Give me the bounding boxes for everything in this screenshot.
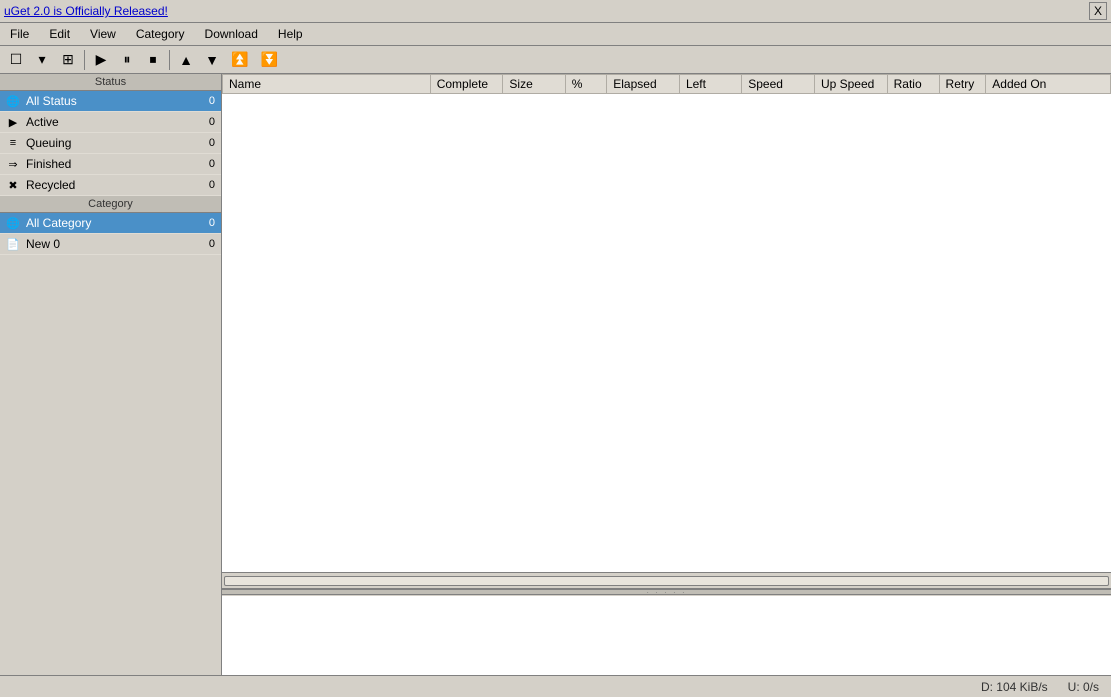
all-category-label: All Category [26,216,209,230]
move-down-btn[interactable]: ▼ [200,49,224,71]
sidebar-item-active[interactable]: ▶ Active0 [0,112,221,133]
detail-panel [222,595,1111,675]
active-label: Active [26,115,209,129]
horizontal-scrollbar[interactable] [224,576,1109,586]
title-bar: uGet 2.0 is Officially Released! X [0,0,1111,23]
close-button[interactable]: X [1089,2,1107,20]
col-header-complete[interactable]: Complete [430,75,503,94]
menu-download[interactable]: Download [199,25,264,43]
col-header-up-speed[interactable]: Up Speed [814,75,887,94]
all-status-icon: 🌐 [6,95,20,108]
active-icon: ▶ [6,116,20,129]
recycled-icon: ✖ [6,179,20,192]
queuing-count: 0 [209,137,215,149]
status-section-label: Status [0,74,221,91]
finished-icon: ⇒ [6,158,20,171]
toolbar: ☐▾⊞ ▶⏸⏹ ▲▼⏫⏬ [0,46,1111,74]
upload-speed: U: 0/s [1068,680,1099,694]
menu-bar: File Edit View Category Download Help [0,23,1111,46]
menu-edit[interactable]: Edit [43,25,76,43]
sidebar-item-all-category[interactable]: 🌐 All Category0 [0,213,221,234]
download-table: NameCompleteSize%ElapsedLeftSpeedUp Spee… [222,74,1111,94]
separator2 [169,50,170,70]
active-count: 0 [209,116,215,128]
menu-help[interactable]: Help [272,25,309,43]
new-batch-btn[interactable]: ⊞ [56,48,80,71]
col-header-left[interactable]: Left [679,75,741,94]
new-download-dropdown-btn[interactable]: ▾ [30,48,54,71]
sidebar-item-new-0[interactable]: 📄 New 00 [0,234,221,255]
category-section-label: Category [0,196,221,213]
col-header-name[interactable]: Name [223,75,431,94]
new-download-btn[interactable]: ☐ [4,48,28,71]
new-0-label: New 0 [26,237,209,251]
finished-count: 0 [209,158,215,170]
move-top-btn[interactable]: ⏫ [226,48,253,71]
col-header-retry[interactable]: Retry [939,75,986,94]
all-status-label: All Status [26,94,209,108]
status-bar: D: 104 KiB/s U: 0/s [0,675,1111,697]
sidebar: Status 🌐All Status0▶Active0≡Queuing0⇒Fin… [0,74,222,675]
sidebar-item-queuing[interactable]: ≡ Queuing0 [0,133,221,154]
start-btn[interactable]: ▶ [89,48,113,71]
finished-label: Finished [26,157,209,171]
col-header-speed[interactable]: Speed [742,75,815,94]
new-0-count: 0 [209,238,215,250]
title-link[interactable]: uGet 2.0 is Officially Released! [4,4,168,18]
main-area: Status 🌐All Status0▶Active0≡Queuing0⇒Fin… [0,74,1111,675]
separator1 [84,50,85,70]
download-table-container[interactable]: NameCompleteSize%ElapsedLeftSpeedUp Spee… [222,74,1111,573]
all-category-icon: 🌐 [6,217,20,230]
queuing-label: Queuing [26,136,209,150]
move-bottom-btn[interactable]: ⏬ [255,48,282,71]
menu-file[interactable]: File [4,25,35,43]
menu-category[interactable]: Category [130,25,191,43]
all-category-count: 0 [209,217,215,229]
menu-view[interactable]: View [84,25,122,43]
content-area: NameCompleteSize%ElapsedLeftSpeedUp Spee… [222,74,1111,675]
col-header-added-on[interactable]: Added On [986,75,1111,94]
download-speed: D: 104 KiB/s [981,680,1048,694]
col-header-percent[interactable]: % [565,75,607,94]
queuing-icon: ≡ [6,137,20,149]
all-status-count: 0 [209,95,215,107]
new-0-icon: 📄 [6,238,20,251]
col-header-ratio[interactable]: Ratio [887,75,939,94]
recycled-label: Recycled [26,178,209,192]
stop-btn[interactable]: ⏹ [141,48,165,71]
col-header-elapsed[interactable]: Elapsed [607,75,680,94]
move-up-btn[interactable]: ▲ [174,49,198,71]
pause-btn[interactable]: ⏸ [115,48,139,71]
sidebar-item-finished[interactable]: ⇒ Finished0 [0,154,221,175]
sidebar-item-recycled[interactable]: ✖ Recycled0 [0,175,221,196]
sidebar-item-all-status[interactable]: 🌐 All Status0 [0,91,221,112]
col-header-size[interactable]: Size [503,75,565,94]
recycled-count: 0 [209,179,215,191]
